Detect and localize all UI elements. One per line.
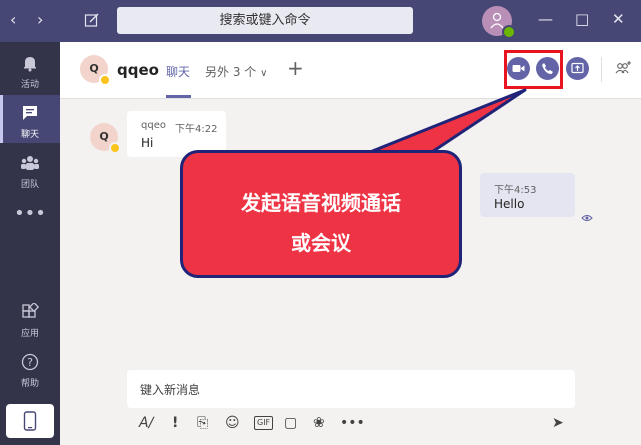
presence-status-icon	[502, 25, 516, 39]
avatar-initial: Q	[89, 62, 99, 75]
add-people-button[interactable]	[615, 59, 633, 81]
mobile-device-button[interactable]	[6, 404, 54, 438]
praise-icon[interactable]: ❀	[313, 412, 325, 434]
presence-away-icon	[99, 74, 111, 86]
contact-avatar[interactable]: Q	[80, 55, 111, 86]
compose-icon[interactable]	[84, 12, 100, 32]
rail-item-label: 团队	[20, 180, 39, 190]
compose-toolbar: A∕ ! ⎘ ☺ GIF ▢ ❀ ••• ➤	[127, 412, 577, 436]
rail-item-teams[interactable]: 团队	[0, 150, 60, 190]
chevron-left-icon[interactable]: ‹	[10, 12, 16, 28]
compose-placeholder: 键入新消息	[140, 383, 201, 397]
rail-item-chat[interactable]: 聊天	[0, 95, 60, 143]
message-time: 下午4:53	[494, 185, 537, 196]
send-icon[interactable]: ➤	[552, 412, 564, 434]
teams-icon	[21, 156, 39, 170]
svg-text:?: ?	[27, 356, 33, 369]
message-time: 下午4:22	[175, 124, 218, 135]
message-text: Hi	[141, 136, 154, 150]
message-text: Hello	[494, 197, 525, 211]
more-options-icon[interactable]: •••	[340, 412, 365, 434]
mobile-icon	[23, 411, 37, 431]
priority-icon[interactable]: !	[172, 412, 178, 434]
sticker-icon[interactable]: ▢	[284, 412, 297, 434]
presence-away-icon	[109, 142, 121, 154]
close-icon[interactable]: ✕	[612, 12, 625, 27]
maximize-icon[interactable]: □	[575, 12, 589, 27]
title-bar: ‹ › 搜索或键入命令 — □ ✕	[0, 0, 641, 42]
emoji-icon[interactable]: ☺	[225, 412, 240, 434]
rail-item-activity[interactable]: 活动	[0, 50, 60, 90]
message-compose-input[interactable]: 键入新消息	[127, 370, 575, 408]
rail-item-help[interactable]: ? 帮助	[0, 350, 60, 390]
help-icon: ?	[21, 353, 39, 371]
format-icon[interactable]: A∕	[139, 412, 153, 434]
active-tab-indicator	[166, 95, 191, 98]
callout-line-1: 发起语音视频通话	[241, 191, 401, 215]
search-input[interactable]: 搜索或键入命令	[117, 7, 413, 34]
callout-line-2: 或会议	[291, 231, 351, 255]
bell-icon	[24, 57, 36, 72]
rail-item-label: 帮助	[20, 379, 39, 389]
share-screen-button[interactable]	[566, 57, 589, 80]
message-outgoing[interactable]: 下午4:53 Hello	[480, 173, 575, 217]
add-people-icon	[615, 61, 631, 74]
attach-icon[interactable]: ⎘	[197, 412, 208, 434]
app-rail: 活动 聊天 团队 ••• 应用 ? 帮助	[0, 42, 60, 445]
more-icon[interactable]: •••	[0, 202, 60, 232]
contact-name: qqeo	[117, 61, 159, 79]
chevron-right-icon[interactable]: ›	[37, 12, 43, 28]
rail-item-label: 应用	[20, 329, 39, 339]
call-buttons-highlight	[504, 50, 563, 89]
rail-item-label: 活动	[20, 80, 39, 90]
callout-annotation: 发起语音视频通话 或会议	[180, 150, 462, 278]
sender-avatar[interactable]: Q	[90, 123, 121, 154]
avatar-initial: Q	[99, 130, 109, 143]
apps-icon	[22, 301, 40, 318]
more-tabs-label: 另外 3 个	[205, 65, 257, 79]
rail-item-apps[interactable]: 应用	[0, 300, 60, 340]
rail-item-label: 聊天	[20, 130, 39, 140]
gif-icon[interactable]: GIF	[254, 416, 274, 430]
add-tab-button[interactable]: +	[287, 56, 304, 80]
chat-icon	[23, 106, 37, 120]
message-sender: qqeo	[141, 120, 166, 131]
header-divider	[601, 57, 602, 82]
more-tabs-dropdown[interactable]: 另外 3 个 ∨	[205, 63, 267, 80]
minimize-icon[interactable]: —	[538, 12, 553, 27]
chevron-down-icon: ∨	[260, 68, 268, 79]
tab-chat[interactable]: 聊天	[166, 63, 190, 80]
share-screen-icon	[571, 62, 584, 74]
seen-eye-icon	[581, 207, 593, 226]
